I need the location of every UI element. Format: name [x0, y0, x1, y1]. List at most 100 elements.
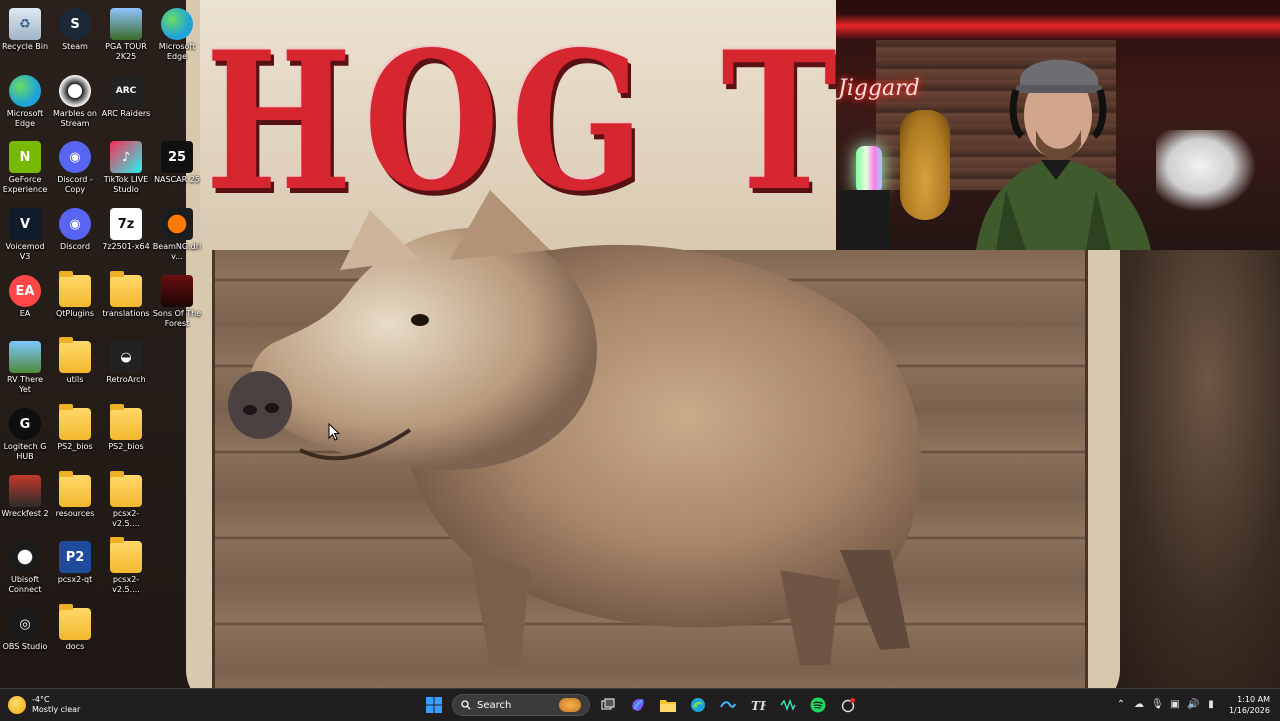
- desktop-icon-microsoft-edge[interactable]: Microsoft Edge: [152, 4, 202, 62]
- desktop-icon-obs-studio[interactable]: ◎ OBS Studio: [0, 604, 50, 652]
- desktop-icon-ea[interactable]: EA EA: [0, 271, 50, 319]
- desktop-icon-label: QtPlugins: [55, 309, 95, 318]
- taskbar-search-box[interactable]: Search: [452, 694, 590, 716]
- desktop-icon-qtplugins[interactable]: QtPlugins: [50, 271, 100, 319]
- edge-icon: [9, 75, 41, 107]
- weather-widget[interactable]: -4°C Mostly clear: [8, 693, 80, 717]
- taskbar-edge[interactable]: [686, 693, 710, 717]
- search-placeholder: Search: [477, 699, 512, 711]
- desktop-icon-marbles-on-stream[interactable]: Marbles on Stream: [50, 71, 100, 129]
- taskbar: -4°C Mostly clear Search T ⌃ ☁ 🎙 ▣ 🔊 ▮ 1…: [0, 688, 1280, 721]
- desktop-icon-ps2-bios[interactable]: PS2_bios: [50, 404, 100, 452]
- folder-icon: [59, 404, 91, 440]
- desktop-icon-pcsx2-v2-5[interactable]: pcsx2-v2.5....: [101, 471, 151, 529]
- desktop-icon-ps2-bios[interactable]: PS2_bios: [101, 404, 151, 452]
- folder-icon: [59, 271, 91, 307]
- folder-icon: [110, 271, 142, 307]
- wallpaper-barn-background: [1100, 250, 1280, 688]
- start-button[interactable]: [422, 693, 446, 717]
- desktop-icon-microsoft-edge[interactable]: Microsoft Edge: [0, 71, 50, 129]
- taskbar-copilot[interactable]: [626, 693, 650, 717]
- desktop-icon-beamng-driv[interactable]: BeamNG.driv...: [152, 204, 202, 262]
- recycle-bin-icon: ♻: [9, 8, 41, 40]
- steam-icon: S: [59, 8, 91, 40]
- wreckfest-icon: [9, 475, 41, 507]
- taskbar-file-explorer[interactable]: [656, 693, 680, 717]
- desktop-icon-label: Microsoft Edge: [6, 109, 44, 128]
- desktop-icon-7z2501-x64[interactable]: 7z 7z2501-x64: [101, 204, 151, 252]
- desktop-icon-label: NASCAR 25: [154, 175, 200, 184]
- desktop-icon-label: Discord - Copy: [57, 175, 93, 194]
- nascar-icon: 25: [161, 141, 193, 173]
- desktop-icon-pcsx2-qt[interactable]: P2 pcsx2-qt: [50, 537, 100, 585]
- desktop-icon-translations[interactable]: translations: [101, 271, 151, 319]
- taskbar-app-camera[interactable]: [836, 693, 860, 717]
- system-tray: ⌃ ☁ 🎙 ▣ 🔊 ▮ 1:10 AM 1/16/2026: [1115, 692, 1274, 718]
- taskbar-tiktok-live[interactable]: TF: [746, 693, 770, 717]
- tray-volume-icon[interactable]: 🔊: [1187, 699, 1199, 711]
- desktop-icon-label: Recycle Bin: [1, 42, 49, 51]
- edge-icon: [161, 8, 193, 40]
- pga-tour-icon: [110, 8, 142, 40]
- tray-overflow-chevron-icon[interactable]: ⌃: [1115, 699, 1127, 711]
- desktop-icon-pcsx2-v2-5[interactable]: pcsx2-v2.5....: [101, 537, 151, 595]
- desktop-icon-label: pcsx2-v2.5....: [112, 509, 140, 528]
- desktop-icon-label: GeForce Experience: [2, 175, 48, 194]
- webcam-overlay: Jiggard: [836, 0, 1280, 250]
- taskbar-voicemod[interactable]: [776, 693, 800, 717]
- obs-icon: ◎: [9, 608, 41, 640]
- clock-date: 1/16/2026: [1228, 706, 1270, 715]
- desktop-icon-voicemod-v3[interactable]: V Voicemod V3: [0, 204, 50, 262]
- taskbar-app-wave[interactable]: [716, 693, 740, 717]
- taskbar-spotify[interactable]: [806, 693, 830, 717]
- webcam-hats-shelf: [1156, 130, 1266, 220]
- desktop-icon-label: translations: [102, 309, 150, 318]
- desktop-icon-label: Voicemod V3: [5, 242, 45, 261]
- spotify-icon: [810, 697, 826, 713]
- tiktok-icon: ♪: [110, 141, 142, 173]
- webcam-mic-stand: [840, 190, 890, 250]
- desktop-icon-label: OBS Studio: [2, 642, 48, 651]
- desktop-icon-wreckfest-2[interactable]: Wreckfest 2: [0, 471, 50, 519]
- task-view-button[interactable]: [596, 693, 620, 717]
- folder-icon: [110, 537, 142, 573]
- desktop-icon-tiktok-live-studio[interactable]: ♪ TikTok LIVE Studio: [101, 137, 151, 195]
- edge-icon: [691, 698, 705, 712]
- logitech-icon: G: [9, 408, 41, 440]
- desktop-icon-label: TikTok LIVE Studio: [103, 175, 149, 194]
- desktop-icon-docs[interactable]: docs: [50, 604, 100, 652]
- wave-app-icon: [720, 701, 736, 708]
- tray-network-icon[interactable]: ▣: [1169, 699, 1181, 711]
- tray-onedrive-icon[interactable]: ☁: [1133, 699, 1145, 711]
- desktop-icon-recycle-bin[interactable]: ♻ Recycle Bin: [0, 4, 50, 52]
- desktop-icon-label: Wreckfest 2: [1, 509, 49, 518]
- desktop-icon-discord-copy[interactable]: ◉ Discord - Copy: [50, 137, 100, 195]
- desktop-icon-utils[interactable]: utils: [50, 337, 100, 385]
- desktop-icon-pga-tour-2k25[interactable]: PGA TOUR 2K25: [101, 4, 151, 62]
- tray-battery-icon[interactable]: ▮: [1205, 699, 1217, 711]
- desktop-icon-logitech-g-hub[interactable]: G Logitech G HUB: [0, 404, 50, 462]
- tray-microphone-icon[interactable]: 🎙: [1151, 699, 1164, 711]
- hog-illustration: [228, 190, 922, 665]
- desktop-icon-label: Ubisoft Connect: [8, 575, 42, 594]
- desktop-icon-geforce-experience[interactable]: N GeForce Experience: [0, 137, 50, 195]
- desktop-icon-discord[interactable]: ◉ Discord: [50, 204, 100, 252]
- search-icon: [461, 700, 471, 710]
- voicemod-icon: V: [9, 208, 41, 240]
- desktop-icon-steam[interactable]: S Steam: [50, 4, 100, 52]
- search-highlight-icon: [559, 698, 581, 712]
- desktop-icon-ubisoft-connect[interactable]: ◎ Ubisoft Connect: [0, 537, 50, 595]
- taskbar-pinned-apps: Search T: [422, 692, 860, 718]
- voicemod-icon: [780, 699, 796, 711]
- folder-icon: [59, 337, 91, 373]
- desktop-icon-nascar-25[interactable]: 25 NASCAR 25: [152, 137, 202, 185]
- desktop-icon-retroarch[interactable]: ◒ RetroArch: [101, 337, 151, 385]
- desktop-icon-resources[interactable]: resources: [50, 471, 100, 519]
- desktop-icon-sons-of-the-forest[interactable]: Sons Of The Forest: [152, 271, 202, 329]
- weather-condition: Mostly clear: [32, 705, 81, 714]
- discord-icon: ◉: [59, 141, 91, 173]
- webcam-streamer: [976, 59, 1151, 250]
- taskbar-clock[interactable]: 1:10 AM 1/16/2026: [1229, 694, 1270, 716]
- desktop-icon-arc-raiders[interactable]: ARC ARC Raiders: [101, 71, 151, 119]
- desktop-icon-rv-there-yet[interactable]: RV There Yet: [0, 337, 50, 395]
